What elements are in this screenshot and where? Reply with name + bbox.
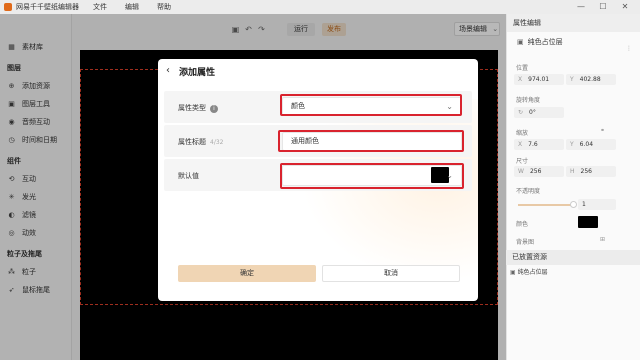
title-bar: 网易千千壁纸编辑器 文件 编辑 帮助 — ☐ ✕: [0, 0, 640, 14]
h-key: H: [570, 168, 575, 175]
highlight-box-title: [278, 130, 464, 152]
highlight-box-type: [280, 94, 462, 116]
position-x-field[interactable]: X 974.01: [514, 74, 564, 85]
close-button[interactable]: ✕: [614, 1, 636, 13]
rotation-label: 旋转角度: [516, 97, 541, 104]
layer-icon: ▣: [510, 269, 516, 276]
opacity-label: 不透明度: [516, 188, 541, 195]
cancel-button[interactable]: 取消: [322, 265, 460, 282]
opacity-field[interactable]: 1: [578, 199, 616, 210]
x-key: X: [518, 141, 523, 148]
default-value-label: 默认值: [178, 172, 199, 180]
more-icon[interactable]: ⋮: [626, 45, 632, 52]
rotation-field[interactable]: ↻ 0°: [514, 107, 564, 118]
menu-help[interactable]: 帮助: [157, 2, 171, 12]
position-y-field[interactable]: Y 402.88: [566, 74, 616, 85]
menu-file[interactable]: 文件: [93, 2, 107, 12]
app-title: 网易千千壁纸编辑器: [16, 3, 79, 11]
resource-item-label: 纯色占位层: [517, 269, 548, 276]
layer-name: 纯色占位层: [527, 38, 563, 46]
layer-icon: ▣: [517, 38, 524, 46]
position-y-value: 402.88: [579, 76, 601, 83]
scale-x-field[interactable]: X 7.6: [514, 139, 564, 150]
window-controls: — ☐ ✕: [570, 1, 636, 13]
dialog-title: 添加属性: [179, 68, 216, 78]
minimize-button[interactable]: —: [570, 1, 592, 13]
x-key: X: [518, 76, 523, 83]
height-field[interactable]: H 256: [566, 166, 616, 177]
rotation-value: 0°: [529, 109, 536, 116]
color-label: 颜色: [516, 221, 529, 228]
image-icon[interactable]: ⊞: [600, 236, 605, 243]
resource-item[interactable]: ▣ 纯色占位层: [510, 267, 548, 276]
link-icon[interactable]: ⚭: [600, 127, 605, 134]
property-title-label-text: 属性标题: [178, 138, 206, 146]
w-key: W: [518, 168, 524, 175]
position-x-value: 974.01: [528, 76, 550, 83]
placed-resources-header: 已放置资源: [506, 250, 640, 265]
background-image-label: 背景图: [516, 239, 535, 246]
title-char-counter: 4/32: [210, 139, 224, 146]
scale-label: 缩放: [516, 130, 529, 137]
opacity-slider-handle[interactable]: [570, 201, 577, 208]
rotation-icon: ↻: [518, 109, 524, 116]
menu-edit[interactable]: 编辑: [125, 2, 139, 12]
property-title-label: 属性标题 4/32: [178, 137, 223, 147]
color-swatch[interactable]: [578, 216, 598, 228]
properties-panel-title: 属性编辑: [507, 14, 640, 32]
back-arrow-icon[interactable]: ‹: [166, 65, 170, 76]
scale-x-value: 7.6: [528, 141, 538, 148]
app-logo-icon: [4, 3, 12, 11]
position-label: 位置: [516, 65, 529, 72]
highlight-box-default: [280, 163, 464, 189]
property-type-label: 属性类型 i: [178, 103, 218, 113]
height-value: 256: [580, 168, 592, 175]
width-field[interactable]: W 256: [514, 166, 564, 177]
layer-name-row: ▣ 纯色占位层: [507, 35, 640, 49]
maximize-button[interactable]: ☐: [592, 1, 614, 13]
property-type-label-text: 属性类型: [178, 104, 206, 112]
size-label: 尺寸: [516, 158, 529, 165]
width-value: 256: [529, 168, 542, 175]
opacity-slider[interactable]: [518, 204, 574, 206]
add-property-dialog: ‹ 添加属性 属性类型 i 颜色 ⌄ 属性标题 4/32 通用颜色 默认值 ⌄ 确定…: [158, 59, 478, 301]
scale-y-value: 6.04: [579, 141, 594, 148]
opacity-value: 1: [582, 201, 586, 208]
scale-y-field[interactable]: Y 6.04: [566, 139, 616, 150]
info-icon[interactable]: i: [210, 105, 218, 113]
y-key: Y: [570, 141, 574, 148]
y-key: Y: [570, 76, 574, 83]
confirm-button[interactable]: 确定: [178, 265, 316, 282]
menu-bar: 文件 编辑 帮助: [93, 2, 189, 12]
